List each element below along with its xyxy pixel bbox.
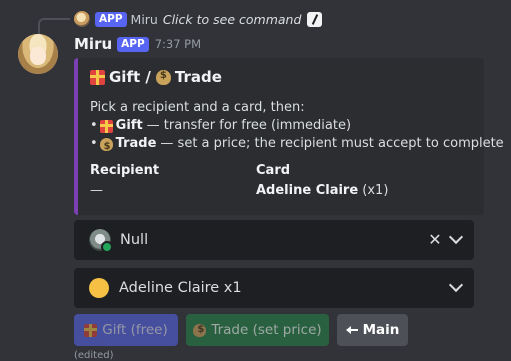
close-icon[interactable]: ✕ bbox=[427, 232, 443, 248]
money-bag-icon bbox=[99, 137, 113, 156]
main-button-label: Main bbox=[362, 322, 400, 338]
card-select-value: Adeline Claire x1 bbox=[119, 280, 242, 296]
reply-command-link[interactable]: Click to see command bbox=[163, 12, 302, 27]
chevron-down-icon[interactable] bbox=[448, 229, 464, 245]
field-recipient: Recipient — bbox=[90, 162, 159, 200]
reply-preview[interactable]: APP Miru Click to see command bbox=[74, 10, 323, 28]
timestamp[interactable]: 7:37 PM bbox=[155, 37, 201, 51]
field-value: Adeline Claire (x1) bbox=[256, 182, 388, 200]
reply-app-badge: APP bbox=[95, 11, 127, 27]
gift-option-label: Gift bbox=[115, 118, 143, 133]
bullet: • bbox=[90, 136, 98, 151]
reply-connector bbox=[38, 18, 70, 34]
author-name[interactable]: Miru bbox=[74, 35, 112, 53]
card-quantity: (x1) bbox=[358, 183, 389, 198]
embed: Gift / Trade Pick a recipient and a card… bbox=[74, 58, 504, 215]
chevron-down-icon[interactable] bbox=[448, 277, 464, 293]
gift-icon bbox=[84, 323, 98, 337]
slash-command-icon bbox=[307, 11, 323, 27]
description-intro: Pick a recipient and a card, then: bbox=[90, 100, 305, 115]
recipient-select-value: Null bbox=[120, 232, 149, 248]
reply-author[interactable]: Miru bbox=[131, 12, 158, 27]
field-card: Card Adeline Claire (x1) bbox=[256, 162, 388, 200]
money-bag-icon bbox=[193, 323, 207, 337]
app-badge: APP bbox=[117, 36, 149, 52]
embed-description: Pick a recipient and a card, then: • Gif… bbox=[90, 99, 504, 156]
reply-avatar[interactable] bbox=[74, 11, 90, 27]
arrow-left-icon bbox=[345, 325, 358, 335]
recipient-select[interactable]: Null ✕ bbox=[74, 220, 474, 260]
embed-title: Gift / Trade bbox=[90, 68, 222, 86]
message: APP Miru Click to see command Miru APP 7… bbox=[0, 0, 511, 361]
gift-icon bbox=[90, 69, 105, 85]
embed-title-trade: Trade bbox=[174, 68, 222, 86]
card-select[interactable]: Adeline Claire x1 bbox=[74, 268, 474, 308]
card-emoji-icon bbox=[89, 278, 109, 298]
field-value: — bbox=[90, 183, 103, 198]
main-button[interactable]: Main bbox=[337, 314, 408, 346]
field-name: Card bbox=[256, 163, 291, 178]
embed-title-gift: Gift / bbox=[109, 68, 151, 86]
gift-button-label: Gift (free) bbox=[102, 322, 168, 338]
trade-button[interactable]: Trade (set price) bbox=[186, 314, 329, 346]
gift-option-desc: — transfer for free (immediate) bbox=[146, 118, 352, 133]
online-status-icon bbox=[101, 241, 113, 253]
field-name: Recipient bbox=[90, 163, 160, 178]
author-avatar[interactable] bbox=[18, 34, 58, 74]
bullet: • bbox=[90, 118, 98, 133]
trade-button-label: Trade (set price) bbox=[211, 322, 322, 338]
edited-label: (edited) bbox=[74, 350, 114, 361]
trade-option-desc: — set a price; the recipient must accept… bbox=[160, 136, 504, 151]
recipient-avatar bbox=[89, 229, 113, 253]
gift-button[interactable]: Gift (free) bbox=[74, 314, 178, 346]
gift-icon bbox=[99, 119, 113, 133]
trade-option-label: Trade bbox=[115, 136, 157, 151]
message-header: Miru APP 7:37 PM bbox=[74, 34, 201, 54]
money-bag-icon bbox=[155, 69, 171, 85]
card-name: Adeline Claire bbox=[256, 183, 359, 198]
